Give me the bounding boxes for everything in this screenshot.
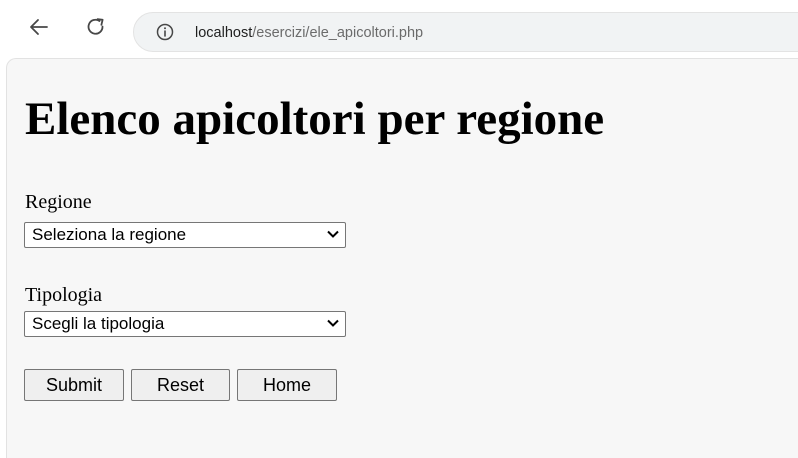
reset-button[interactable]: Reset — [131, 369, 230, 401]
reload-button[interactable] — [83, 14, 109, 40]
regione-label: Regione — [25, 191, 92, 213]
page-title: Elenco apicoltori per regione — [25, 93, 605, 145]
arrow-left-icon — [30, 19, 48, 35]
url-path: /esercizi/ele_apicoltori.php — [252, 25, 424, 41]
home-button[interactable]: Home — [237, 369, 337, 401]
tipologia-select[interactable]: Scegli la tipologia — [24, 311, 346, 337]
page-viewport: Elenco apicoltori per regione Regione Se… — [6, 58, 798, 458]
reload-icon — [87, 18, 104, 35]
url-host: localhost — [195, 25, 253, 41]
address-bar[interactable]: localhost/esercizi/ele_apicoltori.php — [133, 12, 798, 52]
chevron-down-icon — [327, 230, 339, 238]
url-text: localhost/esercizi/ele_apicoltori.php — [195, 24, 423, 42]
submit-button[interactable]: Submit — [24, 369, 124, 401]
info-icon[interactable] — [156, 23, 174, 41]
chevron-down-icon — [327, 319, 339, 327]
back-button[interactable] — [26, 14, 52, 40]
tipologia-selected-value: Scegli la tipologia — [32, 314, 165, 333]
tipologia-label: Tipologia — [25, 284, 103, 306]
regione-selected-value: Seleziona la regione — [32, 225, 187, 244]
browser-toolbar: localhost/esercizi/ele_apicoltori.php — [0, 0, 798, 58]
regione-select[interactable]: Seleziona la regione — [24, 222, 346, 248]
